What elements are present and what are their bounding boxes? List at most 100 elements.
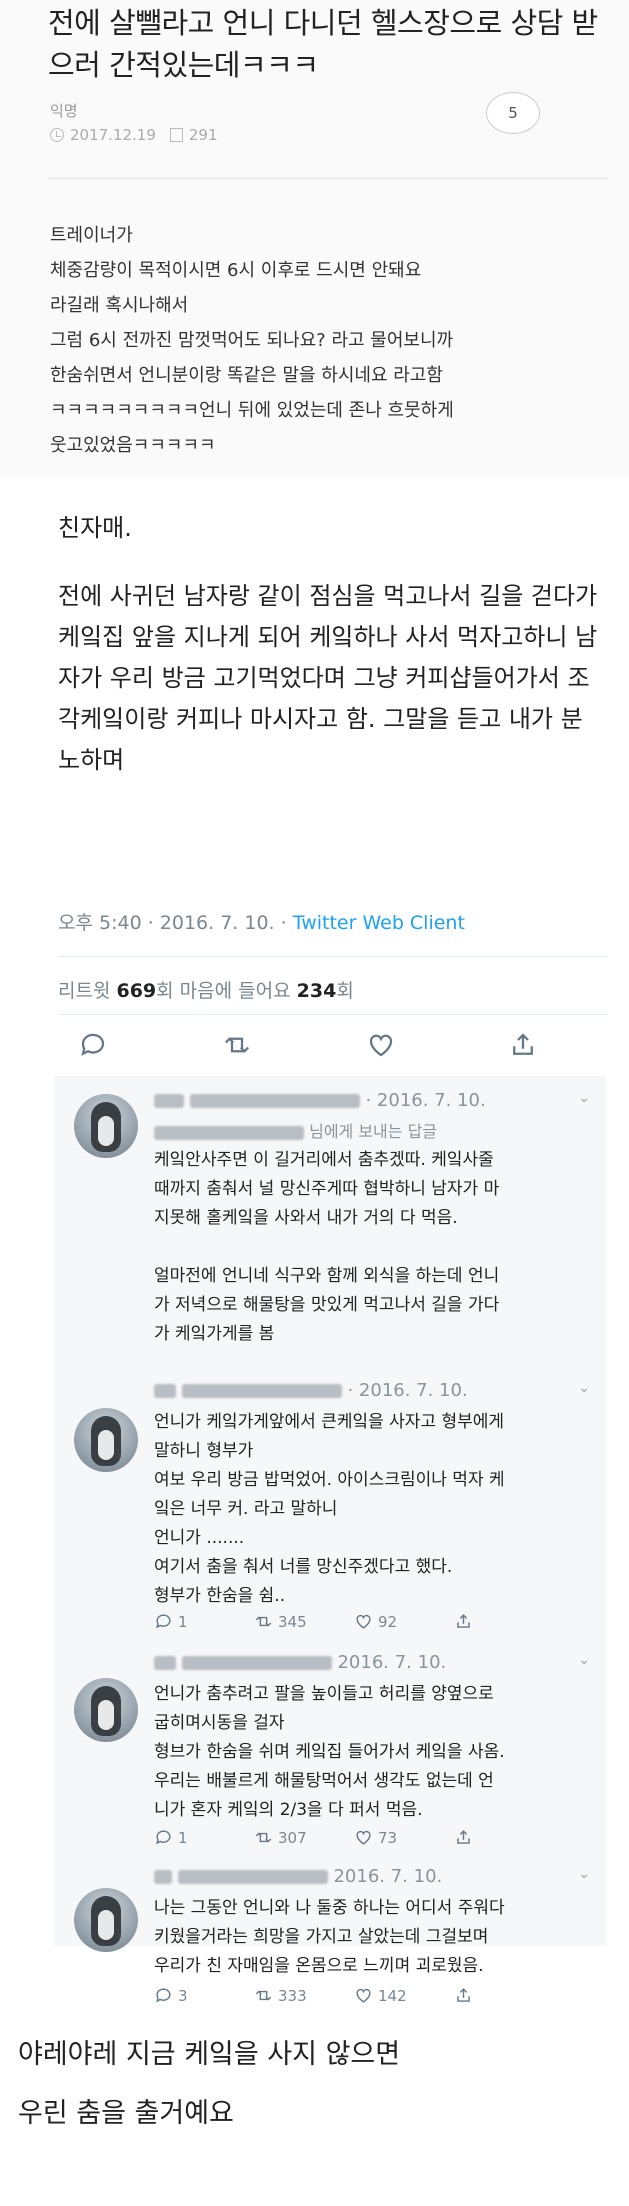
reply-thread: · 2016. 7. 10. ⌄ 님에게 보내는 답글 케잌안사주면 이 길거리… [54,1076,606,2005]
caption-line: 우린 춤을 출거예요 [18,2098,234,2129]
reply-line: 얼마전에 언니네 식구와 함께 외식을 하는데 언니 [154,1266,500,1286]
share-button[interactable] [454,1986,473,2005]
like-button[interactable]: 73 [354,1828,397,1847]
reply-button[interactable]: 3 [154,1986,188,2005]
heart-icon[interactable] [366,1030,396,1060]
reply-to: 님에게 보내는 답글 [154,1118,437,1142]
post-date: 2017.12.19 [70,126,156,144]
reply-button[interactable]: 1 [154,1828,188,1847]
reply-to-text: 님에게 보내는 답글 [309,1122,438,1141]
avatar[interactable] [74,1408,138,1472]
share-icon [457,1830,470,1844]
retweet-button[interactable]: 307 [254,1828,307,1847]
post-line: 한숨쉬면서 언니분이랑 똑같은 말을 하시네요 라고함 [50,365,443,386]
retweet-icon[interactable] [222,1030,252,1060]
reply-item[interactable]: 2016. 7. 10. ⌄ 언니가 춤추려고 팔을 높이들고 허리를 양옆으로… [54,1652,606,1847]
reply-header: 2016. 7. 10. [154,1652,446,1673]
retweets-unit: 회 마음에 들어요 [156,980,297,1002]
comment-count-button[interactable]: 5 [486,92,540,134]
reply-line [154,1233,594,1262]
penguin-avatar-icon [91,1416,121,1466]
heart-icon [356,1830,371,1845]
community-post: 전에 살뺄라고 언니 다니던 헬스장으로 상담 받으러 간적있는데ㅋㅋㅋ 익명 … [0,0,629,478]
post-title: 전에 살뺄라고 언니 다니던 헬스장으로 상담 받으러 간적있는데ㅋㅋㅋ [48,6,598,82]
views-icon [169,128,183,142]
reply-line: 형브가 한숨을 쉬며 케잌집 들어가서 케잌을 사옴. [154,1742,505,1762]
reply-line: 나는 그동안 언니와 나 둘중 하나는 어디서 주워다 [154,1898,505,1918]
reply-item[interactable]: · 2016. 7. 10. ⌄ 언니가 케잌가게앞에서 큰케잌을 사자고 형부… [54,1380,606,1631]
reply-body: 나는 그동안 언니와 나 둘중 하나는 어디서 주워다 키웠을거라는 희망을 가… [154,1894,594,1981]
reply-line: 니가 혼자 케잌의 2/3을 다 퍼서 먹음. [154,1800,423,1820]
reply-line: 키웠을거라는 희망을 가지고 살았는데 그걸보며 [154,1927,489,1947]
reply-line: 잌은 너무 커. 라고 말하니 [154,1499,338,1519]
like-count: 92 [378,1612,398,1631]
post-line: 웃고있었음ㅋㅋㅋㅋㅋ [50,435,216,456]
tweet-stats: 리트윗 669회 마음에 들어요 234회 [58,976,354,1003]
divider [58,956,608,957]
like-count: 73 [378,1828,398,1847]
reply-line: 우리가 친 자매임을 온몸으로 느끼며 괴로웠음. [154,1956,484,1976]
like-count[interactable]: 234 [297,980,337,1002]
reply-item[interactable]: 2016. 7. 10. ⌄ 나는 그동안 언니와 나 둘중 하나는 어디서 주… [54,1866,606,2026]
chevron-down-icon[interactable]: ⌄ [578,1866,590,1882]
share-button[interactable] [454,1828,473,1847]
like-button[interactable]: 142 [354,1986,407,2005]
retweet-button[interactable]: 333 [254,1986,307,2005]
post-line: ㅋㅋㅋㅋㅋㅋㅋㅋㅋ언니 뒤에 있었는데 존나 흐뭇하게 [50,400,454,421]
tweet-timestamp: 오후 5:40 · 2016. 7. 10. · Twitter Web Cli… [58,908,465,935]
reply-icon[interactable] [78,1030,108,1060]
redacted-name [154,1384,176,1398]
redacted-name [154,1656,176,1670]
redacted-name [154,1870,172,1884]
like-button[interactable]: 92 [354,1612,397,1631]
tweet-time-text: 오후 5:40 · 2016. 7. 10. · [58,912,293,934]
tweet-client-link[interactable]: Twitter Web Client [293,912,465,934]
retweet-count: 345 [278,1612,307,1631]
redacted-handle [181,1384,342,1398]
reply-count: 1 [178,1828,188,1847]
retweet-icon [255,1616,272,1627]
chevron-down-icon[interactable]: ⌄ [578,1380,590,1396]
reply-button[interactable]: 1 [154,1612,188,1631]
chevron-down-icon[interactable]: ⌄ [578,1652,590,1668]
chevron-down-icon[interactable]: ⌄ [578,1090,590,1106]
tweet-paragraph: 친자매. [58,514,132,542]
heart-icon [356,1988,371,2003]
reply-icon [156,1614,171,1629]
reply-line: 굽히며시동을 걸자 [154,1713,285,1733]
redacted-handle [154,1125,304,1140]
avatar[interactable] [74,1678,138,1742]
reply-body: 언니가 케잌가게앞에서 큰케잌을 사자고 형부에게 말하니 형부가 여보 우리 … [154,1408,594,1611]
reply-body: 케잌안사주면 이 길거리에서 춤추겠따. 케잌사줄 때까지 춤춰서 널 망신주게… [154,1146,594,1349]
heart-icon [356,1614,371,1629]
reply-line: 여기서 춤을 춰서 너를 망신주겠다고 했다. [154,1557,453,1577]
like-count: 142 [378,1986,407,2005]
tweet-text: 친자매. 전에 사귀던 남자랑 같이 점심을 먹고나서 길을 걷다가 케잌집 앞… [58,508,603,808]
share-icon[interactable] [508,1030,538,1060]
likes-unit: 회 [336,980,354,1002]
reply-header: 2016. 7. 10. [154,1866,442,1887]
retweet-count[interactable]: 669 [116,980,156,1002]
share-icon [457,1988,470,2002]
reply-line: 형부가 한숨을 쉼.. [154,1586,286,1606]
reply-item[interactable]: · 2016. 7. 10. ⌄ 님에게 보내는 답글 케잌안사주면 이 길거리… [54,1090,606,1358]
reply-line: 언니가 ....... [154,1528,245,1548]
clock-icon [50,128,64,142]
post-views: 291 [188,126,218,144]
retweet-button[interactable]: 345 [254,1612,307,1631]
avatar[interactable] [74,1094,138,1158]
retweet-icon [255,1832,272,1843]
reply-date: 2016. 7. 10. [333,1866,443,1887]
penguin-avatar-icon [91,1686,121,1736]
reply-icon [156,1830,171,1845]
avatar[interactable] [74,1888,138,1952]
share-button[interactable] [454,1612,473,1631]
reply-line: 언니가 케잌가게앞에서 큰케잌을 사자고 형부에게 [154,1412,505,1432]
tweet-action-bar [58,1030,608,1060]
tweet-paragraph: 전에 사귀던 남자랑 같이 점심을 먹고나서 길을 걷다가 케잌집 앞을 지나게… [58,582,598,774]
reply-date: 2016. 7. 10. [337,1652,447,1673]
reply-line: 때까지 춤춰서 널 망신주게따 협박하니 남자가 마 [154,1179,500,1199]
reply-line: 케잌안사주면 이 길거리에서 춤추겠따. 케잌사줄 [154,1150,494,1170]
reply-line: 가 저녁으로 해물탕을 맛있게 먹고나서 길을 가다 [154,1295,500,1315]
penguin-avatar-icon [91,1102,121,1152]
